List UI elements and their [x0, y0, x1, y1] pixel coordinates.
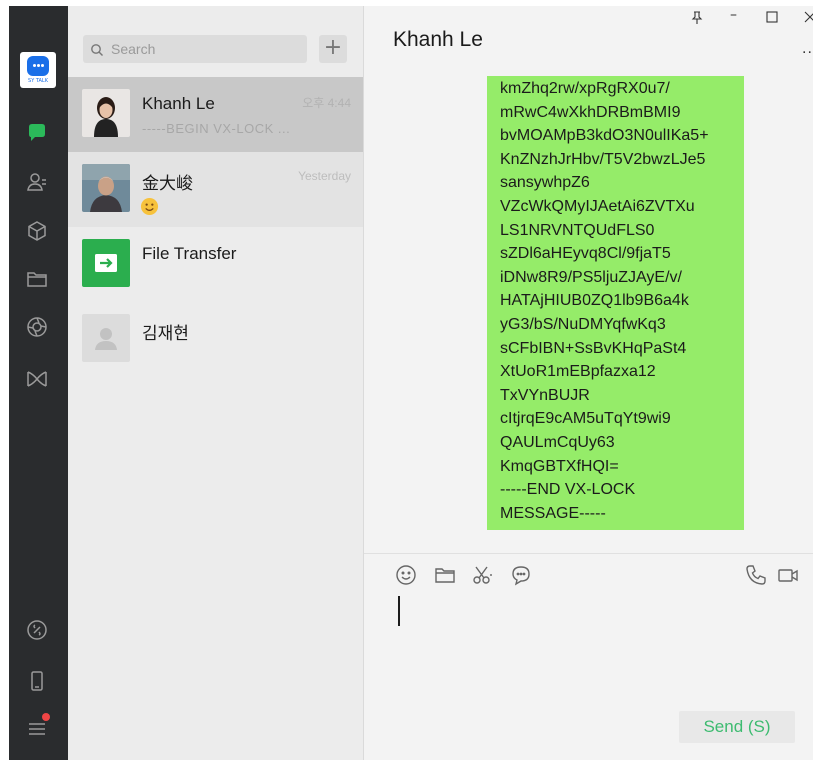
default-avatar-icon [82, 314, 130, 362]
app-logo-mark [27, 56, 49, 76]
video-call-icon[interactable] [776, 563, 800, 587]
message-line: bvMOAMpB3kdO3N0ulIKa5+ [500, 127, 709, 145]
minimize-icon[interactable]: – [730, 7, 737, 23]
message-line: HATAjHIUB0ZQ1lb9B6a4k [500, 292, 689, 310]
file-transfer-icon [82, 239, 130, 287]
search-input[interactable]: Search [111, 41, 155, 57]
message-line: KnZNzhJrHbv/T5V2bwzLJe5 [500, 150, 706, 168]
mini-programs-icon[interactable] [25, 367, 49, 391]
avatar [82, 89, 130, 137]
notification-dot [42, 713, 50, 721]
chat-name: File Transfer [142, 244, 237, 263]
message-line: mRwC4wXkhDRBmBMI9 [500, 103, 681, 121]
message-line: sCFbIBN+SsBvKHqPaSt4 [500, 339, 687, 357]
avatar [82, 164, 130, 212]
avatar [82, 239, 130, 287]
message-line: QAULmCqUy63 [500, 434, 615, 451]
chat-name: 金大峻 [142, 174, 193, 193]
chat-time: Yesterday [298, 169, 351, 183]
chat-history-button[interactable] [509, 563, 533, 587]
screenshot-button[interactable] [470, 563, 494, 587]
conversation-title: Khanh Le [393, 28, 483, 51]
search-box[interactable]: Search [83, 35, 307, 63]
message-line: sZDl6aHEyvq8Cl/9fjaT5 [500, 245, 671, 263]
voice-call-icon[interactable] [744, 563, 768, 587]
message-line: KmqGBTXfHQI= [500, 457, 619, 475]
chat-name: 김재현 [142, 324, 189, 343]
send-file-button[interactable] [433, 563, 457, 587]
message-line: yG3/bS/NuDMYqfwKq3 [500, 316, 666, 333]
list-item[interactable]: 金大峻 Yesterday [68, 152, 363, 227]
nav-rail: SY TALK [9, 6, 68, 760]
more-options-icon[interactable]: .. [802, 40, 813, 58]
message-line: VZcWkQMyIJAetAi6ZVTXu [500, 198, 695, 215]
search-icon [91, 44, 103, 56]
chat-name: Khanh Le [142, 94, 215, 113]
message-line: sansywhpZ6 [500, 174, 590, 192]
link-icon[interactable] [25, 618, 49, 642]
composer-divider [364, 553, 813, 554]
message-line: XtUoR1mEBpfazxa12 [500, 363, 656, 381]
list-item[interactable]: Khanh Le -----BEGIN VX-LOCK ... 오후 4:44 [68, 77, 363, 152]
app-window: SY TALK Search + Khanh Le -----BEGIN VX-… [9, 6, 813, 760]
moments-icon[interactable] [25, 315, 49, 339]
message-line: MESSAGE----- [500, 504, 606, 522]
app-logo-caption: SY TALK [28, 78, 48, 84]
conversation-list: Search + Khanh Le -----BEGIN VX-LOCK ...… [68, 6, 363, 760]
message-line: kmZhq2rw/xpRgRX0u7/ [500, 80, 670, 97]
list-item[interactable]: File Transfer [68, 227, 363, 302]
contacts-icon[interactable] [25, 170, 49, 194]
folder-icon[interactable] [25, 267, 49, 291]
app-logo[interactable]: SY TALK [20, 52, 56, 88]
chat-time: 오후 4:44 [302, 96, 351, 110]
message-line: TxVYnBUJR [500, 386, 590, 404]
favorites-icon[interactable] [25, 219, 49, 243]
close-icon[interactable] [804, 11, 813, 27]
message-bubble[interactable]: kmZhq2rw/xpRgRX0u7/mRwC4wXkhDRBmBMI9 bvMO… [487, 76, 744, 530]
phone-device-icon[interactable] [25, 669, 49, 693]
message-line: LS1NRVNTQUdFLS0 [500, 221, 655, 239]
pin-icon[interactable] [691, 11, 703, 29]
emoji-icon [140, 197, 159, 216]
message-line: iDNw8R9/PS5ljuZJAyE/v/ [500, 268, 682, 286]
message-line: -----END VX-LOCK [500, 481, 636, 499]
message-input[interactable] [398, 596, 400, 626]
avatar [82, 314, 130, 362]
chat-icon[interactable] [25, 121, 49, 145]
add-chat-button[interactable]: + [319, 35, 347, 63]
emoji-button[interactable] [394, 563, 418, 587]
list-item[interactable]: 김재현 [68, 302, 363, 377]
maximize-icon[interactable] [766, 11, 778, 27]
chat-pane: Khanh Le – .. kmZhq2rw/xpRgRX0u7/mRwC4wX… [363, 6, 813, 760]
send-button[interactable]: Send (S) [679, 711, 795, 743]
chat-preview: -----BEGIN VX-LOCK ... [142, 121, 291, 136]
message-line: cItjrqE9cAM5uTqYt9wi9 [500, 410, 671, 428]
